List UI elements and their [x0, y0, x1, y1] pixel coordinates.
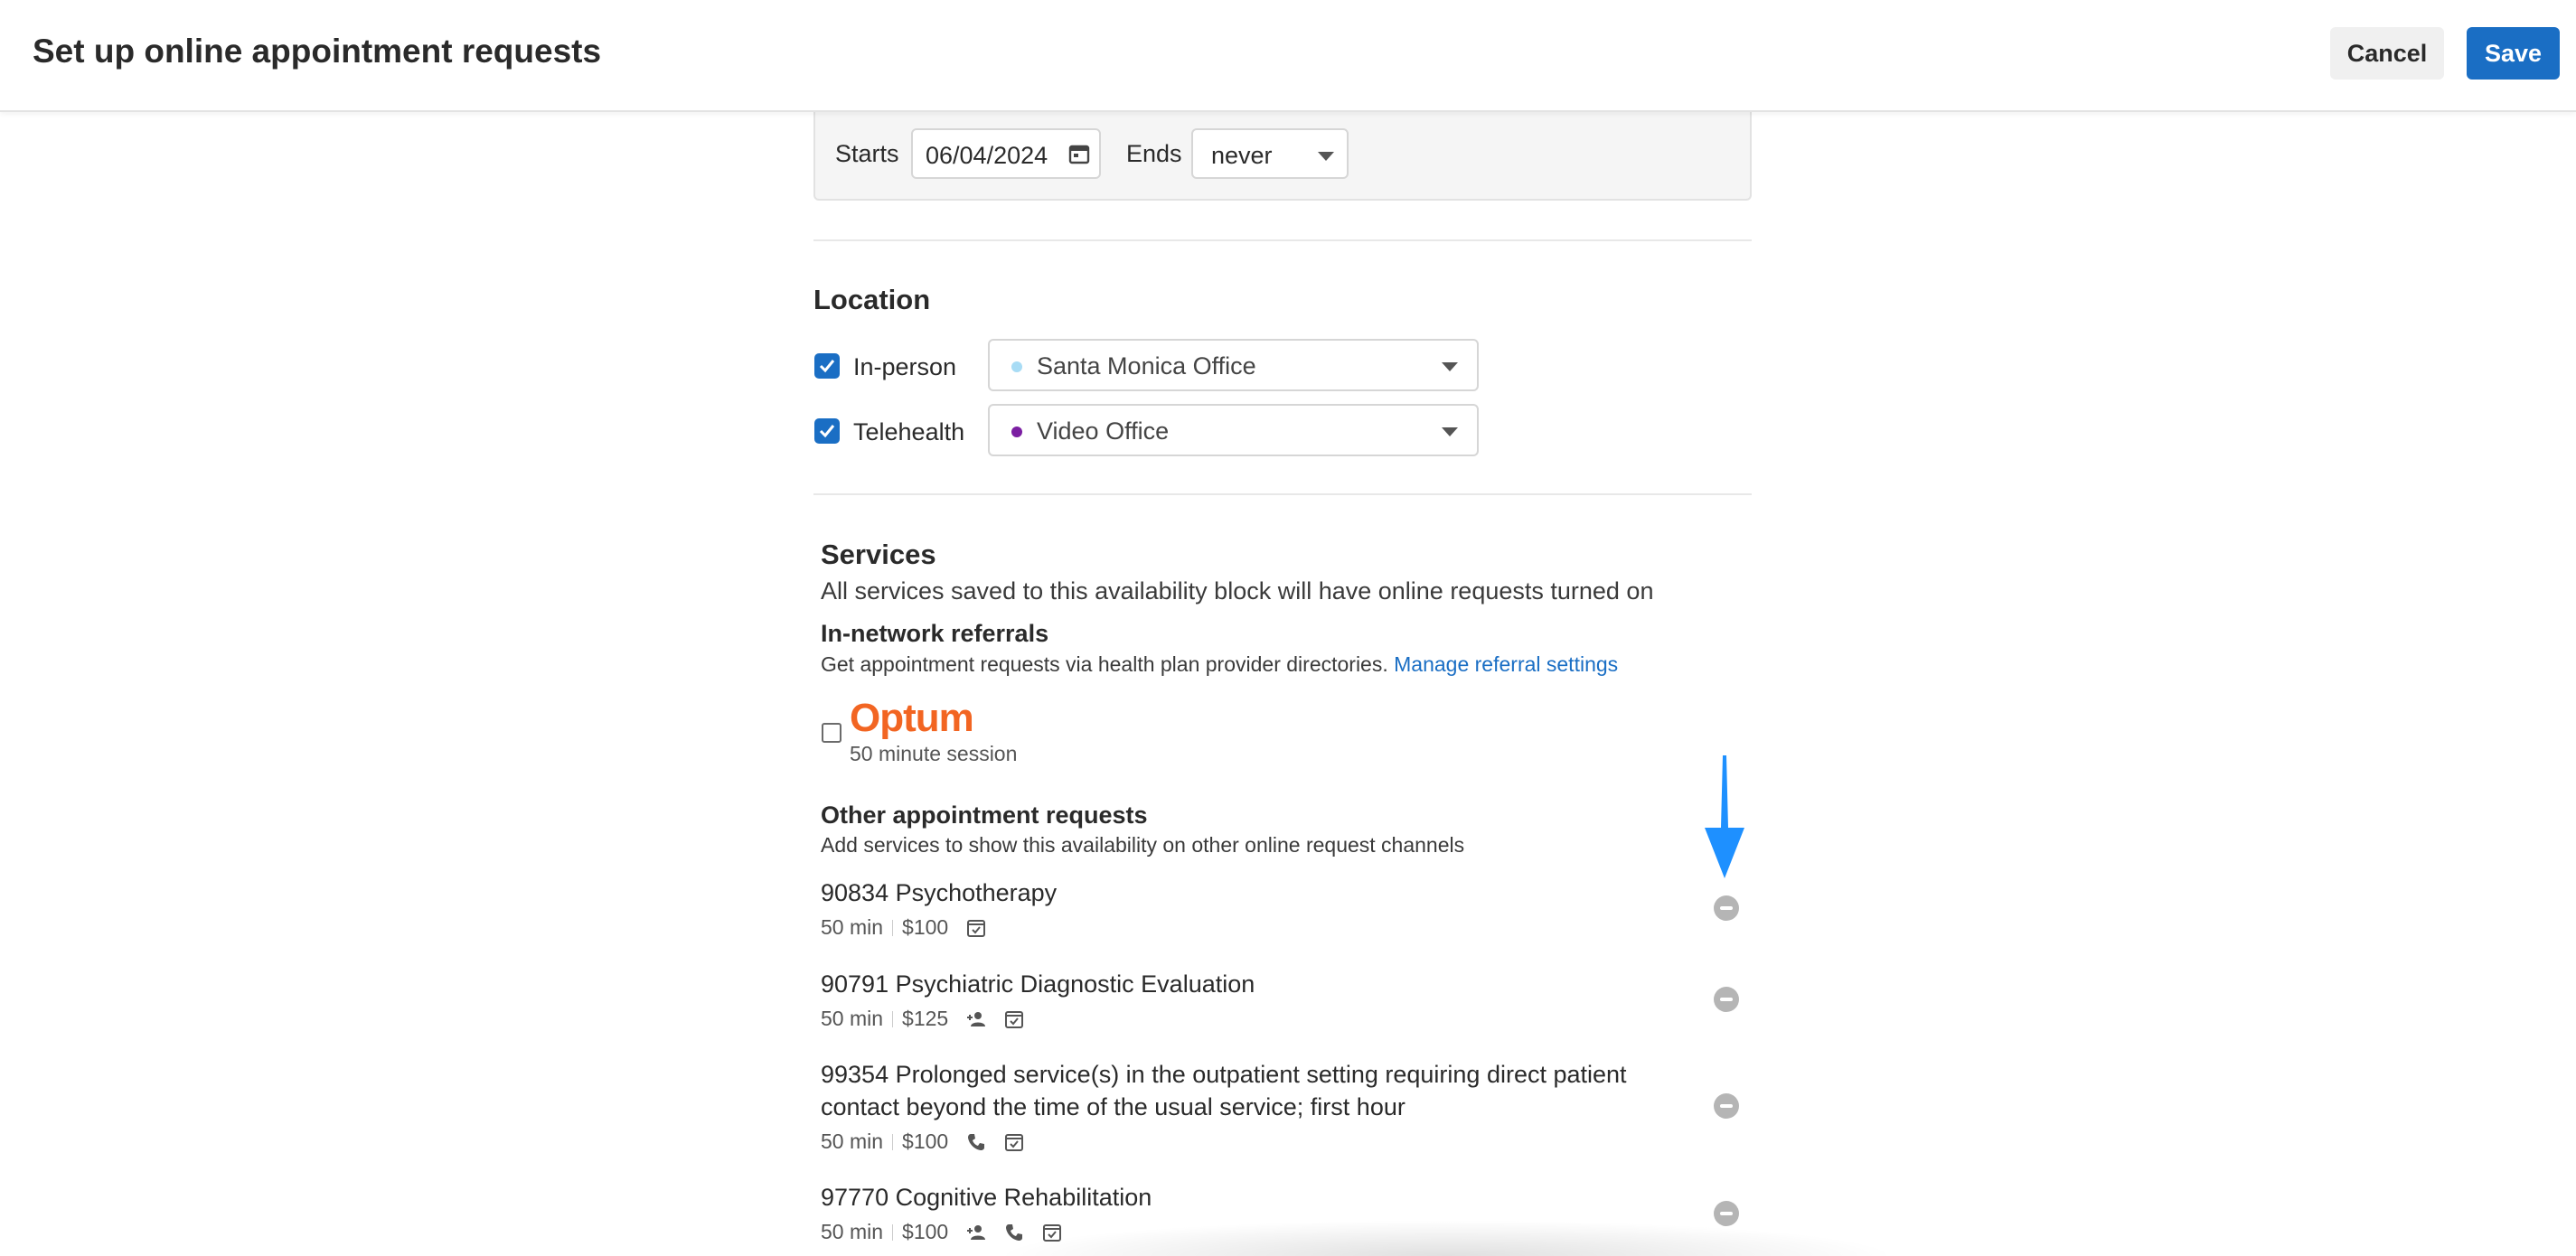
referrals-description: Get appointment requests via health plan…	[821, 652, 1618, 677]
manage-referral-settings-link[interactable]: Manage referral settings	[1394, 652, 1618, 676]
service-name: 99354 Prolonged service(s) in the outpat…	[821, 1058, 1627, 1123]
service-price: $100	[902, 915, 949, 939]
service-name-line: contact beyond the time of the usual ser…	[821, 1093, 1406, 1120]
page-header: Set up online appointment requests Cance…	[0, 0, 2576, 112]
calendar-check-icon	[1005, 1010, 1024, 1028]
ends-value: never	[1211, 142, 1273, 169]
optum-checkbox[interactable]	[822, 723, 841, 743]
optum-session: 50 minute session	[850, 742, 1018, 765]
in-person-label: In-person	[853, 353, 957, 380]
referrals-title: In-network referrals	[821, 620, 1049, 647]
service-duration: 50 min	[821, 1220, 884, 1243]
service-name: 90834 Psychotherapy	[821, 879, 1058, 906]
divider	[813, 239, 1752, 241]
services-description: All services saved to this availability …	[821, 577, 1654, 605]
telehealth-office-select[interactable]: Video Office	[988, 404, 1479, 456]
service-name: 90791 Psychiatric Diagnostic Evaluation	[821, 970, 1255, 998]
telehealth-checkbox[interactable]	[814, 418, 840, 444]
calendar-icon[interactable]	[1068, 143, 1090, 164]
recurrence-panel: Starts 06/04/2024 Ends never	[813, 107, 1752, 201]
service-name-line: 99354 Prolonged service(s) in the outpat…	[821, 1061, 1627, 1088]
office-color-dot	[1011, 426, 1022, 437]
phone-icon	[968, 1133, 985, 1150]
arrow-down-icon	[1705, 755, 1744, 878]
in-person-office-value: Santa Monica Office	[1037, 352, 1256, 380]
start-date-input[interactable]: 06/04/2024	[911, 128, 1101, 179]
service-price: $125	[902, 1007, 949, 1030]
telehealth-label: Telehealth	[853, 418, 965, 445]
start-date-value: 06/04/2024	[926, 142, 1048, 169]
service-name: 97770 Cognitive Rehabilitation	[821, 1184, 1152, 1211]
page-title: Set up online appointment requests	[33, 33, 602, 70]
service-duration: 50 min	[821, 1007, 884, 1030]
scroll-shadow	[994, 1220, 1898, 1256]
divider	[813, 493, 1752, 495]
telehealth-office-value: Video Office	[1037, 417, 1170, 445]
service-duration: 50 min	[821, 1129, 884, 1153]
chevron-down-icon	[1442, 427, 1458, 436]
check-icon	[819, 425, 835, 438]
cancel-button[interactable]: Cancel	[2330, 27, 2444, 80]
services-title: Services	[821, 539, 936, 570]
chevron-down-icon	[1318, 152, 1334, 161]
save-button[interactable]: Save	[2467, 27, 2560, 80]
other-requests-description: Add services to show this availability o…	[821, 833, 1465, 857]
location-title: Location	[813, 284, 931, 315]
in-person-office-select[interactable]: Santa Monica Office	[988, 339, 1479, 391]
in-person-checkbox[interactable]	[814, 353, 840, 379]
calendar-check-icon	[967, 919, 986, 937]
person-add-icon	[967, 1011, 986, 1026]
remove-service-button[interactable]	[1714, 987, 1739, 1012]
chevron-down-icon	[1442, 362, 1458, 371]
optum-logo: Optum	[850, 696, 974, 740]
office-color-dot	[1011, 361, 1022, 372]
person-add-icon	[967, 1224, 986, 1240]
service-duration: 50 min	[821, 915, 884, 939]
calendar-check-icon	[1005, 1133, 1024, 1151]
ends-select[interactable]: never	[1191, 128, 1349, 179]
ends-label: Ends	[1126, 140, 1182, 167]
service-meta: 50 min $100	[821, 915, 986, 940]
referrals-description-text: Get appointment requests via health plan…	[821, 652, 1388, 676]
service-meta: 50 min $125	[821, 1007, 1024, 1031]
remove-service-button[interactable]	[1714, 895, 1739, 921]
remove-service-button[interactable]	[1714, 1093, 1739, 1119]
service-meta: 50 min $100	[821, 1129, 1024, 1154]
starts-label: Starts	[835, 140, 899, 167]
other-requests-title: Other appointment requests	[821, 801, 1148, 829]
service-price: $100	[902, 1220, 949, 1243]
service-price: $100	[902, 1129, 949, 1153]
check-icon	[819, 360, 835, 373]
